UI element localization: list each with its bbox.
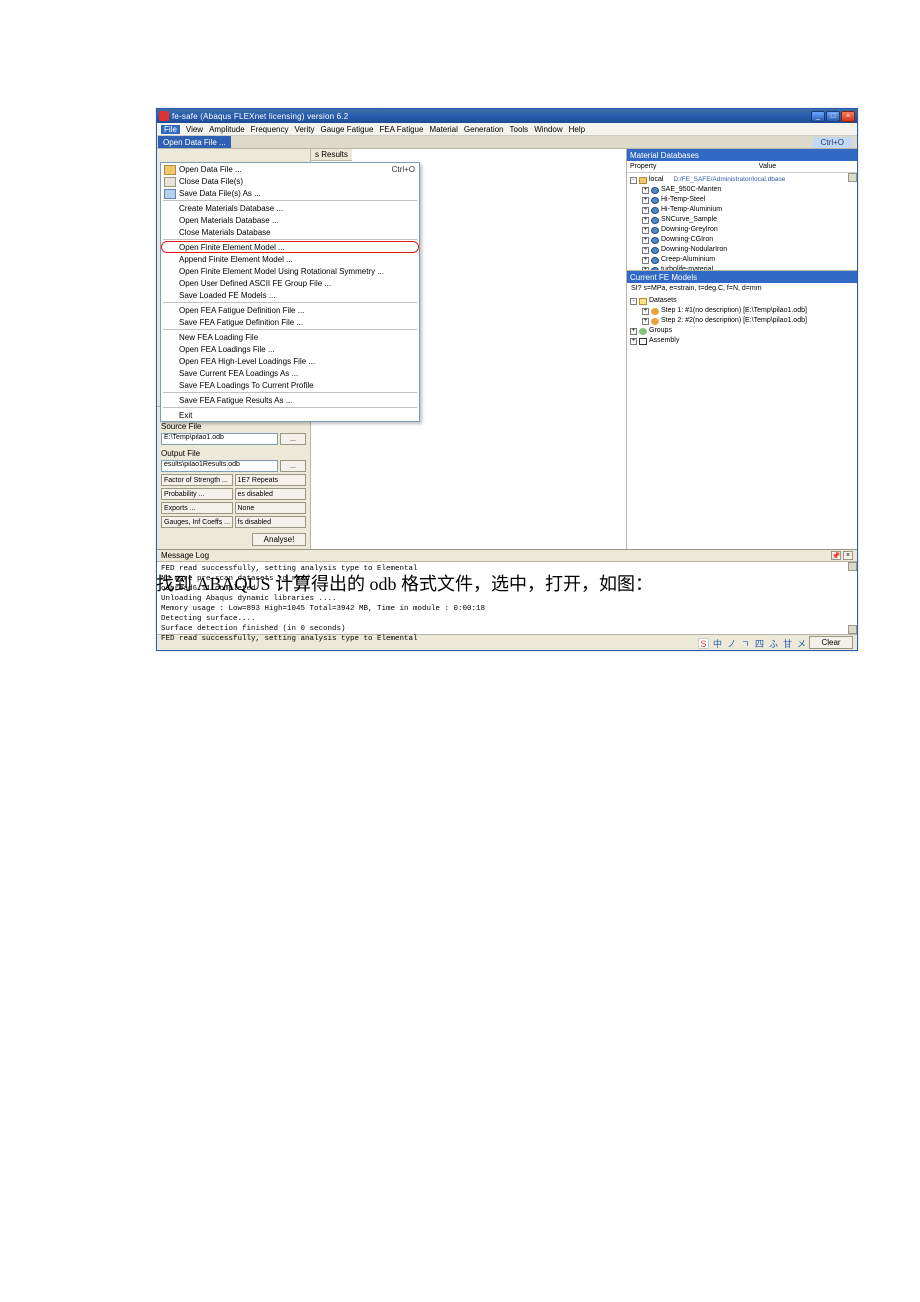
groups-icon bbox=[639, 328, 647, 335]
menu-open-fem-rotational[interactable]: Open Finite Element Model Using Rotation… bbox=[161, 265, 419, 277]
menu-open-data-file[interactable]: Open Data File ...Ctrl+O bbox=[161, 163, 419, 175]
menu-frequency[interactable]: Frequency bbox=[251, 125, 289, 134]
tray-ime-icon[interactable]: 中 bbox=[712, 638, 723, 649]
menu-open-finite-element-model[interactable]: Open Finite Element Model ... bbox=[161, 241, 419, 253]
menu-gauge-fatigue[interactable]: Gauge Fatigue bbox=[320, 125, 373, 134]
message-log-header: Message Log 📌 × bbox=[157, 550, 857, 562]
results-tab[interactable]: s Results bbox=[311, 149, 352, 161]
source-browse-button[interactable]: ... bbox=[280, 433, 306, 445]
menu-help[interactable]: Help bbox=[569, 125, 585, 134]
menu-new-fea-loading-file[interactable]: New FEA Loading File bbox=[161, 331, 419, 343]
menu-verity[interactable]: Verity bbox=[294, 125, 314, 134]
folder-icon bbox=[639, 177, 647, 184]
menu-save-fatigue-results[interactable]: Save FEA Fatigue Results As ... bbox=[161, 394, 419, 406]
mat-scroll-up-icon[interactable] bbox=[848, 173, 857, 182]
menu-close-data-file[interactable]: Close Data File(s) bbox=[161, 175, 419, 187]
fos-button[interactable]: Factor of Strength ... bbox=[161, 474, 233, 486]
mat-prop-header: Property bbox=[627, 161, 756, 172]
close-button[interactable]: × bbox=[841, 111, 855, 122]
analyse-button[interactable]: Analyse! bbox=[252, 533, 306, 546]
mat-value-header: Value bbox=[756, 161, 857, 172]
menu-file[interactable]: File bbox=[161, 125, 180, 134]
tray-icon-7[interactable]: メ bbox=[796, 638, 807, 649]
msg-pin-icon[interactable]: 📌 bbox=[831, 551, 841, 560]
tree-collapse-icon[interactable]: - bbox=[630, 177, 637, 184]
menu-open-fea-hl-loadings[interactable]: Open FEA High-Level Loadings File ... bbox=[161, 355, 419, 367]
menu-append-finite-element-model[interactable]: Append Finite Element Model ... bbox=[161, 253, 419, 265]
pencil-icon bbox=[639, 298, 647, 305]
msg-close-icon[interactable]: × bbox=[843, 551, 853, 560]
tray-icon-4[interactable]: 四 bbox=[754, 638, 765, 649]
msg-scroll-up-icon[interactable] bbox=[848, 562, 857, 571]
tray-icon-5[interactable]: ふ bbox=[768, 638, 779, 649]
right-panel: Material Databases Property Value -local… bbox=[627, 149, 857, 549]
menu-amplitude[interactable]: Amplitude bbox=[209, 125, 245, 134]
menu-tools[interactable]: Tools bbox=[510, 125, 529, 134]
menu-generation[interactable]: Generation bbox=[464, 125, 504, 134]
tree-expand-icon[interactable]: + bbox=[642, 187, 649, 194]
tray-icon-6[interactable]: 甘 bbox=[782, 638, 793, 649]
output-file-label: Output File bbox=[157, 447, 310, 460]
open-data-file-button[interactable]: Open Data File ... bbox=[158, 136, 231, 148]
material-tree[interactable]: -localD:/FE_SAFE/Administrator/local.dba… bbox=[627, 173, 857, 270]
shortcut-badge: Ctrl+O bbox=[813, 137, 852, 148]
menu-exit[interactable]: Exit bbox=[161, 409, 419, 421]
system-tray: S 中 ノ ㄱ 四 ふ 甘 メ bbox=[698, 638, 807, 649]
probability-value: es disabled bbox=[235, 488, 307, 500]
menubar: File View Amplitude Frequency Verity Gau… bbox=[157, 123, 857, 136]
window-title: fe-safe (Abaqus FLEXnet licensing) versi… bbox=[172, 112, 811, 121]
fe-models-header: Current FE Models bbox=[627, 271, 857, 283]
exports-button[interactable]: Exports ... bbox=[161, 502, 233, 514]
material-icon bbox=[651, 187, 659, 194]
probability-button[interactable]: Probability ... bbox=[161, 488, 233, 500]
menu-view[interactable]: View bbox=[186, 125, 203, 134]
material-db-header: Material Databases bbox=[627, 149, 857, 161]
menu-save-loadings-profile[interactable]: Save FEA Loadings To Current Profile bbox=[161, 379, 419, 391]
tray-icon[interactable]: S bbox=[698, 638, 709, 649]
assembly-icon bbox=[639, 338, 647, 345]
menu-save-loaded-fe-models[interactable]: Save Loaded FE Models ... bbox=[161, 289, 419, 301]
msg-scroll-down-icon[interactable] bbox=[848, 625, 857, 634]
menu-save-current-loadings[interactable]: Save Current FEA Loadings As ... bbox=[161, 367, 419, 379]
units-label: SI? s=MPa, e=strain, t=deg.C, f=N, d=mm bbox=[627, 283, 857, 294]
minimize-button[interactable]: _ bbox=[811, 111, 825, 122]
output-browse-button[interactable]: ... bbox=[280, 460, 306, 472]
tray-icon-2[interactable]: ノ bbox=[726, 638, 737, 649]
document-caption: 找到 ABAQUS 计算得出的 odb 格式文件，选中，打开，如图： bbox=[156, 570, 653, 596]
menu-open-fea-loadings-file[interactable]: Open FEA Loadings File ... bbox=[161, 343, 419, 355]
maximize-button[interactable]: □ bbox=[826, 111, 840, 122]
exports-value: None bbox=[235, 502, 307, 514]
menu-open-fatigue-def-file[interactable]: Open FEA Fatigue Definition File ... bbox=[161, 304, 419, 316]
menu-save-data-file-as[interactable]: Save Data File(s) As ... bbox=[161, 187, 419, 199]
menu-open-materials-db[interactable]: Open Materials Database ... bbox=[161, 214, 419, 226]
menu-material[interactable]: Material bbox=[429, 125, 457, 134]
menu-close-materials-db[interactable]: Close Materials Database bbox=[161, 226, 419, 238]
step-icon bbox=[651, 308, 659, 315]
menu-open-ascii-fe-group[interactable]: Open User Defined ASCII FE Group File ..… bbox=[161, 277, 419, 289]
fe-models-tree[interactable]: -Datasets +Step 1: #1(no description) [E… bbox=[627, 294, 857, 348]
menu-fea-fatigue[interactable]: FEA Fatigue bbox=[379, 125, 423, 134]
menu-save-fatigue-def-file[interactable]: Save FEA Fatigue Definition File ... bbox=[161, 316, 419, 328]
toolbar: Open Data File ... Ctrl+O bbox=[157, 136, 857, 149]
gauges-button[interactable]: Gauges, Inf Coeffs ... bbox=[161, 516, 233, 528]
output-file-input[interactable]: esults\pilao1Results.odb bbox=[161, 460, 278, 472]
app-icon bbox=[159, 111, 169, 121]
titlebar[interactable]: fe-safe (Abaqus FLEXnet licensing) versi… bbox=[157, 109, 857, 123]
menu-create-materials-db[interactable]: Create Materials Database ... bbox=[161, 202, 419, 214]
menu-window[interactable]: Window bbox=[534, 125, 562, 134]
source-file-input[interactable]: E:\Temp\pilao1.odb bbox=[161, 433, 278, 445]
fos-value: 1E7 Repeats bbox=[235, 474, 307, 486]
file-menu-dropdown: Open Data File ...Ctrl+O Close Data File… bbox=[160, 162, 420, 422]
gauges-value: fs disabled bbox=[235, 516, 307, 528]
tray-icon-3[interactable]: ㄱ bbox=[740, 638, 751, 649]
